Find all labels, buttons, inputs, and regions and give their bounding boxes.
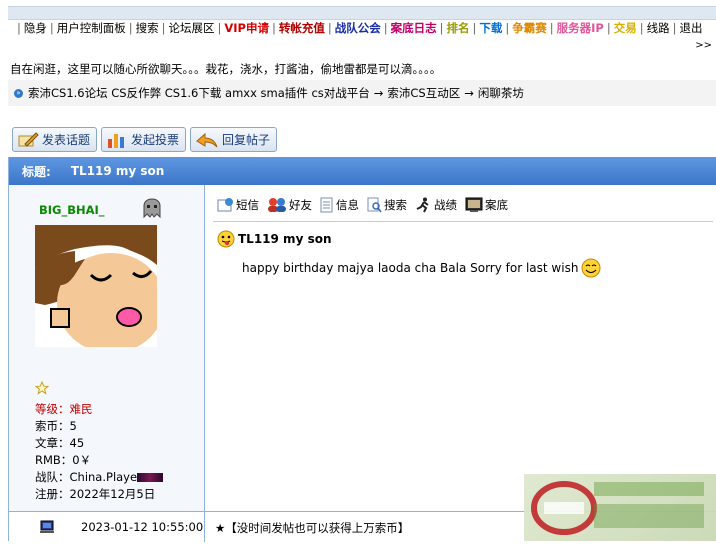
footer-promo-link[interactable]: ★【没时间发帖也可以获得上万索币】 (215, 520, 409, 536)
friends-icon (268, 198, 286, 212)
online-status-icon (143, 198, 161, 219)
monitor-icon (465, 197, 483, 212)
team-badge-icon (137, 473, 164, 482)
author-name[interactable]: BIG_BHAI_ (39, 203, 105, 217)
breadcrumb-section-link[interactable]: 索沛CS互动区 (387, 85, 460, 101)
new-poll-button[interactable]: 发起投票 (101, 127, 187, 152)
nav-separator: | (271, 21, 276, 35)
breadcrumb: » 索沛CS1.6论坛 CS反作弊 CS1.6下载 amxx sma插件 cs对… (8, 80, 716, 106)
nav-item[interactable]: 案底日志 (391, 20, 437, 36)
author-rmb: RMB：0￥ (35, 453, 92, 467)
nav-item[interactable]: 退出 (679, 20, 702, 36)
breadcrumb-bullet-icon: » (14, 88, 23, 98)
more-nav-arrow[interactable]: >> (695, 40, 712, 51)
smiley-icon (581, 258, 601, 278)
welcome-text: 自在闲逛，这里可以随心所欲聊天。。。栽花，浇水，打酱油，偷地雷都是可以滴。。。。 (10, 62, 442, 76)
thread-header: 标题: TL119 my son (9, 157, 716, 185)
friend-tool[interactable]: 好友 (267, 197, 312, 213)
computer-icon (40, 520, 54, 533)
nav-item[interactable]: 战队公会 (335, 20, 381, 36)
message-icon (217, 198, 233, 212)
nav-item[interactable]: 交易 (614, 20, 637, 36)
post-body: happy birthday majya laoda cha Bala Sorr… (242, 258, 601, 278)
nav-separator: | (672, 21, 677, 35)
author-team-row: 战队：China.Playe (35, 469, 164, 486)
nav-separator: | (128, 21, 133, 35)
runner-icon (416, 197, 429, 213)
author-registered: 注册：2022年12月5日 (35, 487, 156, 501)
nav-separator: | (17, 21, 21, 35)
document-icon (320, 197, 333, 213)
author-team: 战队：China.Playe (35, 470, 138, 484)
tongue-smiley-icon (217, 230, 235, 248)
pencil-icon (18, 131, 39, 147)
record-tool[interactable]: 战绩 (415, 197, 457, 213)
nav-separator: | (606, 21, 611, 35)
nav-item[interactable]: 转帐充值 (279, 20, 325, 36)
search-icon (367, 197, 382, 213)
breadcrumb-forum-link[interactable]: 索沛CS1.6论坛 CS反作弊 CS1.6下载 amxx sma插件 cs对战平… (28, 85, 370, 101)
author-panel: BIG_BHAI_ 等级：难民 索币：5 文章：45 RMB：0￥ 战队：Chi… (9, 185, 205, 511)
breadcrumb-board-link[interactable]: 闲聊茶坊 (478, 85, 524, 101)
nav-item[interactable]: 下载 (479, 20, 502, 36)
nav-item[interactable]: 论坛展区 (169, 20, 215, 36)
nav-item[interactable]: 争霸赛 (512, 20, 547, 36)
case-tool[interactable]: 案底 (465, 197, 508, 213)
author-info: 等级：难民 索币：5 文章：45 RMB：0￥ 战队：China.Playe 注… (35, 401, 164, 503)
new-topic-button[interactable]: 发表话题 (12, 127, 98, 152)
nav-separator: | (327, 21, 332, 35)
bar-chart-icon (108, 133, 125, 148)
nav-separator: | (639, 21, 644, 35)
action-buttons: 发表话题 发起投票 回复帖子 (12, 127, 278, 152)
reply-button[interactable]: 回复帖子 (190, 127, 278, 152)
post-title: TL119 my son (238, 232, 332, 246)
nav-separator: | (439, 21, 444, 35)
rank-star-icon (35, 381, 49, 395)
author-level: 等级：难民 (35, 402, 93, 416)
nav-separator: | (505, 21, 510, 35)
nav-separator: | (549, 21, 554, 35)
nav-item[interactable]: 搜索 (136, 20, 159, 36)
nav-item[interactable]: 隐身 (24, 20, 47, 36)
site-watermark (524, 474, 716, 541)
nav-separator: | (217, 21, 222, 35)
author-coins: 索币：5 (35, 419, 77, 433)
nav-item[interactable]: 排名 (446, 20, 469, 36)
post-text: happy birthday majya laoda cha Bala Sorr… (242, 261, 579, 275)
nav-separator: | (161, 21, 166, 35)
avatar (35, 225, 157, 347)
top-nav: | 隐身 | 用户控制面板 | 搜索 | 论坛展区 | VIP申请 | 转帐充值 | 战队公会 | 案底日志 |… (14, 20, 702, 36)
nav-item[interactable]: VIP申请 (224, 20, 269, 36)
search-tool[interactable]: 搜索 (367, 197, 407, 213)
breadcrumb-separator: → (373, 86, 384, 100)
post-meta: 2023-01-12 10:55:00 (9, 512, 205, 542)
nav-separator: | (383, 21, 388, 35)
logo-watermark-icon (531, 481, 704, 535)
post-title-row: TL119 my son (217, 230, 332, 248)
thread-title-label: 标题: (22, 164, 51, 179)
author-posts: 文章：45 (35, 436, 85, 450)
nav-item[interactable]: 服务器IP (557, 20, 604, 36)
post-panel: 短信 好友 信息 搜索 战绩 案底 TL119 my son happy bir… (205, 185, 716, 511)
thread-title: TL119 my son (70, 164, 165, 178)
toolbar-divider (213, 221, 713, 222)
nav-separator: | (472, 21, 477, 35)
nav-item[interactable]: 用户控制面板 (57, 20, 126, 36)
post-toolbar: 短信 好友 信息 搜索 战绩 案底 (217, 197, 508, 213)
post-time: 2023-01-12 10:55:00 (81, 520, 204, 534)
nav-item[interactable]: 线路 (647, 20, 670, 36)
top-strip (8, 6, 716, 20)
message-tool[interactable]: 短信 (217, 197, 259, 213)
info-tool[interactable]: 信息 (320, 197, 359, 213)
breadcrumb-separator: → (464, 86, 474, 100)
reply-arrow-icon (196, 132, 218, 147)
nav-separator: | (49, 21, 54, 35)
